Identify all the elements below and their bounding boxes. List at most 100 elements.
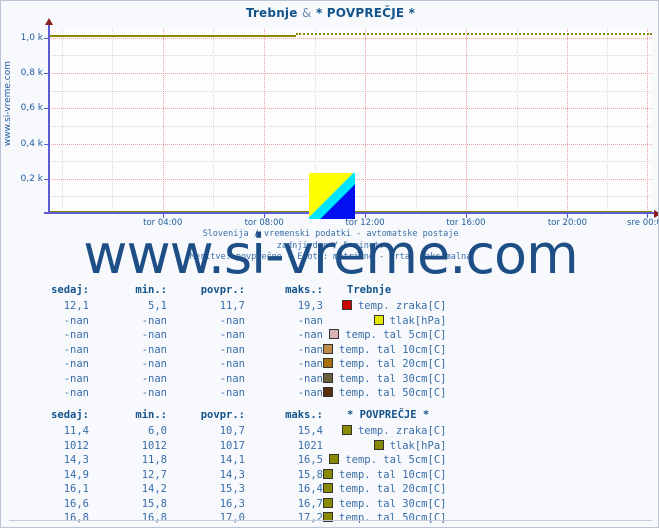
grid-line-vertical-minor (516, 29, 518, 214)
legend-color-swatch-icon (323, 497, 333, 508)
cell-legend: temp. zraka[C] (323, 424, 446, 439)
grid-line-horizontal (48, 73, 652, 75)
y-axis-tick-mark (44, 178, 49, 180)
cell-povpr: -nan (219, 343, 245, 356)
cell-povpr: 15,3 (219, 483, 245, 496)
cell-maks: -nan (297, 372, 323, 385)
cell-legend: temp. tal 5cm[C] (323, 328, 446, 343)
table-row: 14,3 11,8 14,1 16,5 temp. tal 5cm[C] (17, 453, 446, 468)
table-row: -nan -nan -nan -nan temp. tal 50cm[C] (17, 386, 446, 401)
cell-legend: temp. tal 10cm[C] (323, 468, 446, 483)
cell-sedaj: -nan (63, 329, 89, 342)
cell-sedaj: 16,6 (63, 497, 89, 510)
cell-sedaj: -nan (63, 372, 89, 385)
cell-sedaj: -nan (63, 314, 89, 327)
grid-line-horizontal (48, 161, 652, 163)
cell-legend: temp. tal 30cm[C] (323, 372, 446, 387)
table-row: -nan -nan -nan -nan tlak[hPa] (17, 314, 446, 329)
table-header-row: sedaj: min.: povpr.: maks.: * POVPREČJE * (17, 407, 446, 424)
chart-series-line (48, 35, 296, 38)
cell-povpr: 14,3 (219, 468, 245, 481)
cell-min: 12,7 (141, 468, 167, 481)
legend-label: temp. tal 10cm[C] (339, 343, 447, 356)
x-axis-tick-mark (264, 213, 266, 218)
legend-color-swatch-icon (323, 468, 333, 479)
cell-povpr: 1017 (219, 439, 245, 452)
cell-maks: 17,2 (297, 512, 323, 525)
cell-maks: 1021 (297, 439, 323, 452)
cell-povpr: -nan (219, 314, 245, 327)
cell-min: -nan (141, 343, 167, 356)
column-header-povpr: povpr.: (200, 408, 245, 421)
column-header-maks: maks.: (285, 408, 323, 421)
grid-line-vertical (162, 29, 164, 214)
cell-maks: -nan (297, 343, 323, 356)
station-data-table: sedaj: min.: povpr.: maks.: Trebnje 12,1 5,1 11… (1, 282, 658, 401)
cell-min: 5,1 (148, 300, 167, 313)
cell-maks: 16,7 (297, 497, 323, 510)
legend-color-swatch-icon (323, 387, 333, 398)
cell-min: 11,8 (141, 454, 167, 467)
cell-legend: temp. tal 20cm[C] (323, 357, 446, 372)
legend-label: tlak[hPa] (389, 314, 447, 327)
cell-maks: -nan (297, 358, 323, 371)
x-axis-tick-mark (647, 213, 649, 218)
cell-povpr: -nan (219, 358, 245, 371)
cell-maks: 19,3 (297, 300, 323, 313)
cell-legend: temp. zraka[C] (323, 299, 446, 314)
legend-color-swatch-icon (329, 454, 340, 465)
cell-min: -nan (141, 387, 167, 400)
legend-color-swatch-icon (323, 343, 333, 354)
x-axis-tick-mark (465, 213, 467, 218)
cell-legend: temp. tal 50cm[C] (323, 386, 446, 401)
cell-sedaj: -nan (63, 343, 89, 356)
column-header-sedaj: sedaj: (51, 283, 89, 296)
legend-label: tlak[hPa] (389, 439, 447, 452)
cell-maks: 15,8 (297, 468, 323, 481)
title-station: Trebnje (245, 6, 298, 20)
cell-min: -nan (141, 329, 167, 342)
y-axis-tick-mark (44, 143, 49, 145)
y-axis-tick-label: 0,4 k (20, 138, 43, 149)
cell-min: -nan (141, 372, 167, 385)
grid-line-horizontal (48, 143, 652, 145)
cell-povpr: 17,0 (219, 512, 245, 525)
column-header-min: min.: (135, 408, 167, 421)
cell-maks: 15,4 (297, 425, 323, 438)
cell-maks: 16,5 (297, 454, 323, 467)
table-row: -nan -nan -nan -nan temp. tal 5cm[C] (17, 328, 446, 343)
cell-sedaj: 16,8 (63, 512, 89, 525)
cell-sedaj: 14,9 (63, 468, 89, 481)
legend-color-swatch-icon (323, 372, 333, 383)
cell-min: 15,8 (141, 497, 167, 510)
x-axis-tick-mark (567, 213, 569, 218)
grid-line-vertical-minor (415, 29, 417, 214)
cell-legend: tlak[hPa] (323, 439, 446, 454)
cell-min: 1012 (141, 439, 167, 452)
legend-label: temp. tal 50cm[C] (339, 387, 447, 400)
cell-povpr: -nan (219, 329, 245, 342)
table-row: -nan -nan -nan -nan temp. tal 10cm[C] (17, 343, 446, 358)
legend-label: temp. tal 20cm[C] (339, 483, 447, 496)
cell-min: 6,0 (148, 425, 167, 438)
bottom-divider (9, 520, 652, 521)
cell-legend: temp. tal 10cm[C] (323, 343, 446, 358)
legend-label: temp. tal 10cm[C] (339, 468, 447, 481)
cell-maks: -nan (297, 314, 323, 327)
y-axis-tick-label: 1,0 k (20, 32, 43, 43)
legend-color-swatch-icon (323, 483, 333, 494)
y-axis-tick-mark (44, 73, 49, 75)
grid-line-vertical-minor (213, 29, 215, 214)
table-row: 16,6 15,8 16,3 16,7 temp. tal 30cm[C] (17, 497, 446, 512)
cell-povpr: -nan (219, 372, 245, 385)
legend-color-swatch-icon (323, 358, 333, 369)
grid-line-vertical-minor (61, 29, 63, 214)
cell-sedaj: -nan (63, 387, 89, 400)
grid-line-vertical (465, 29, 467, 214)
grid-line-vertical (264, 29, 266, 214)
legend-label: temp. zraka[C] (357, 300, 447, 313)
grid-line-horizontal (48, 37, 652, 39)
cell-povpr: -nan (219, 387, 245, 400)
cell-min: -nan (141, 358, 167, 371)
side-watermark: www.si-vreme.com (3, 1, 13, 146)
